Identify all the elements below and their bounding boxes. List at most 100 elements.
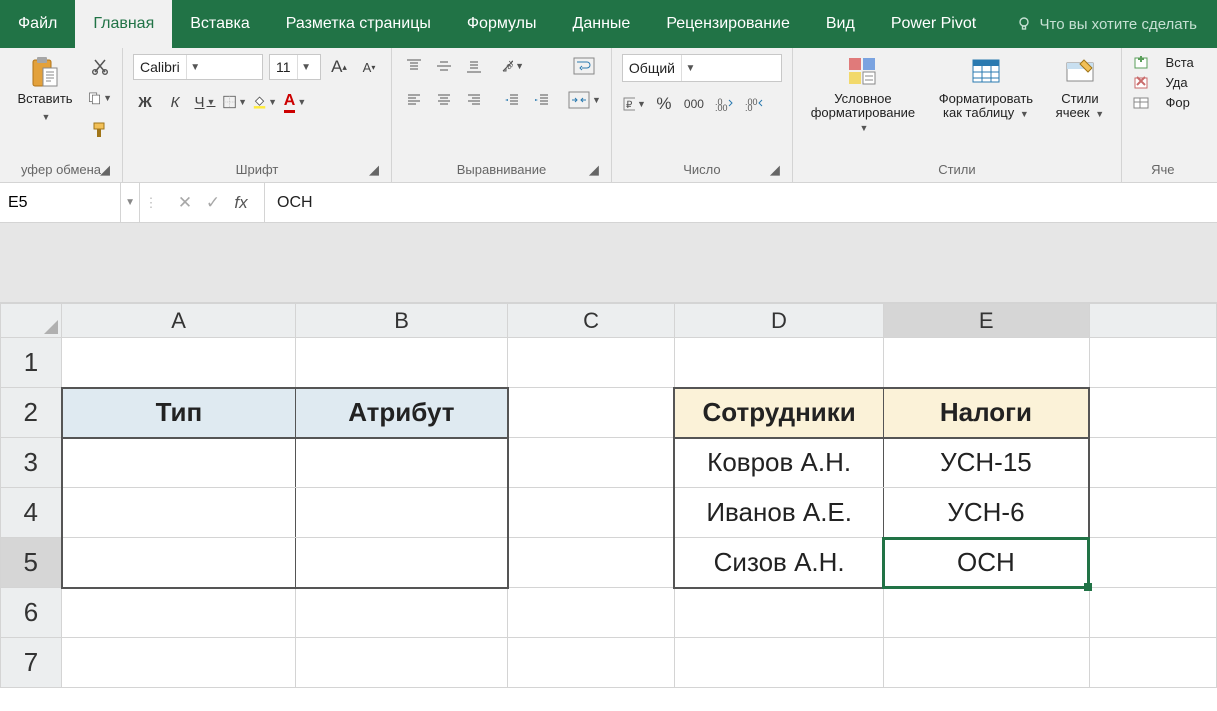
increase-decimal-button[interactable]: .0.00 bbox=[712, 92, 736, 116]
grow-font-button[interactable]: A▴ bbox=[327, 55, 351, 79]
cell-D2[interactable]: Сотрудники bbox=[674, 388, 883, 438]
worksheet-grid[interactable]: A B C D E 1 2 Тип Атрибут Сотрудники Нал… bbox=[0, 303, 1217, 688]
cell-E2[interactable]: Налоги bbox=[883, 388, 1089, 438]
row-header-1[interactable]: 1 bbox=[1, 338, 62, 388]
cell-B6[interactable] bbox=[296, 588, 508, 638]
align-right-button[interactable] bbox=[462, 88, 486, 112]
cell-F3[interactable] bbox=[1089, 438, 1216, 488]
tab-formulas[interactable]: Формулы bbox=[449, 0, 555, 48]
tab-home[interactable]: Главная bbox=[75, 0, 172, 48]
cell-B7[interactable] bbox=[296, 638, 508, 688]
cell-C2[interactable] bbox=[508, 388, 675, 438]
font-size-combo[interactable]: 11▼ bbox=[269, 54, 321, 80]
delete-cells-button[interactable]: Уда bbox=[1166, 76, 1188, 90]
cell-B4[interactable] bbox=[296, 488, 508, 538]
decrease-decimal-button[interactable]: .00.0 bbox=[742, 92, 766, 116]
accounting-format-button[interactable]: ₽▼ bbox=[622, 92, 646, 116]
cell-A4[interactable] bbox=[62, 488, 296, 538]
tab-file[interactable]: Файл bbox=[0, 0, 75, 48]
cell-F5[interactable] bbox=[1089, 538, 1216, 588]
orientation-button[interactable]: ab▼ bbox=[500, 54, 524, 78]
fill-color-button[interactable]: ▼ bbox=[253, 90, 277, 114]
col-header-D[interactable]: D bbox=[674, 304, 883, 338]
cell-E7[interactable] bbox=[883, 638, 1089, 688]
cell-A5[interactable] bbox=[62, 538, 296, 588]
increase-indent-button[interactable] bbox=[530, 88, 554, 112]
merge-center-button[interactable]: ▼ bbox=[568, 88, 601, 112]
cell-E6[interactable] bbox=[883, 588, 1089, 638]
insert-function-button[interactable]: fx bbox=[228, 190, 254, 216]
align-middle-button[interactable] bbox=[432, 54, 456, 78]
cell-C3[interactable] bbox=[508, 438, 675, 488]
row-header-5[interactable]: 5 bbox=[1, 538, 62, 588]
font-name-combo[interactable]: Calibri▼ bbox=[133, 54, 263, 80]
col-header-B[interactable]: B bbox=[296, 304, 508, 338]
shrink-font-button[interactable]: A▾ bbox=[357, 55, 381, 79]
col-header-A[interactable]: A bbox=[62, 304, 296, 338]
decrease-indent-button[interactable] bbox=[500, 88, 524, 112]
cell-D5[interactable]: Сизов А.Н. bbox=[674, 538, 883, 588]
name-box[interactable]: ▼ bbox=[0, 183, 140, 222]
cell-C6[interactable] bbox=[508, 588, 675, 638]
chevron-down-icon[interactable]: ▼ bbox=[120, 183, 139, 222]
italic-button[interactable]: К bbox=[163, 90, 187, 114]
cell-A3[interactable] bbox=[62, 438, 296, 488]
align-bottom-button[interactable] bbox=[462, 54, 486, 78]
cell-C7[interactable] bbox=[508, 638, 675, 688]
align-center-button[interactable] bbox=[432, 88, 456, 112]
cell-F7[interactable] bbox=[1089, 638, 1216, 688]
font-color-button[interactable]: А▼ bbox=[283, 90, 307, 114]
format-painter-button[interactable] bbox=[88, 118, 112, 142]
name-box-input[interactable] bbox=[0, 183, 120, 222]
format-as-table-button[interactable]: Форматироватькак таблицу ▼ bbox=[931, 54, 1041, 123]
dialog-launcher-icon[interactable]: ◢ bbox=[589, 162, 599, 178]
cell-B5[interactable] bbox=[296, 538, 508, 588]
cell-E3[interactable]: УСН-15 bbox=[883, 438, 1089, 488]
row-header-2[interactable]: 2 bbox=[1, 388, 62, 438]
cell-A6[interactable] bbox=[62, 588, 296, 638]
cell-C5[interactable] bbox=[508, 538, 675, 588]
cell-D6[interactable] bbox=[674, 588, 883, 638]
cell-C1[interactable] bbox=[508, 338, 675, 388]
row-header-3[interactable]: 3 bbox=[1, 438, 62, 488]
cell-B1[interactable] bbox=[296, 338, 508, 388]
cell-F6[interactable] bbox=[1089, 588, 1216, 638]
cell-F4[interactable] bbox=[1089, 488, 1216, 538]
row-header-6[interactable]: 6 bbox=[1, 588, 62, 638]
wrap-text-button[interactable] bbox=[568, 54, 601, 78]
tab-review[interactable]: Рецензирование bbox=[648, 0, 808, 48]
row-header-7[interactable]: 7 bbox=[1, 638, 62, 688]
cell-A7[interactable] bbox=[62, 638, 296, 688]
tab-insert[interactable]: Вставка bbox=[172, 0, 267, 48]
cell-A1[interactable] bbox=[62, 338, 296, 388]
cell-A2[interactable]: Тип bbox=[62, 388, 296, 438]
cancel-formula-button[interactable]: ✕ bbox=[172, 190, 198, 216]
dialog-launcher-icon[interactable]: ◢ bbox=[770, 162, 780, 178]
cell-F2[interactable] bbox=[1089, 388, 1216, 438]
tab-data[interactable]: Данные bbox=[555, 0, 649, 48]
align-left-button[interactable] bbox=[402, 88, 426, 112]
align-top-button[interactable] bbox=[402, 54, 426, 78]
cell-F1[interactable] bbox=[1089, 338, 1216, 388]
cell-styles-button[interactable]: Стилиячеек ▼ bbox=[1049, 54, 1111, 123]
comma-style-button[interactable]: 000 bbox=[682, 92, 706, 116]
tell-me-box[interactable]: Что вы хотите сделать bbox=[996, 0, 1217, 48]
bold-button[interactable]: Ж bbox=[133, 90, 157, 114]
number-format-combo[interactable]: Общий▼ bbox=[622, 54, 782, 82]
tab-view[interactable]: Вид bbox=[808, 0, 873, 48]
tab-page-layout[interactable]: Разметка страницы bbox=[268, 0, 449, 48]
cell-D4[interactable]: Иванов А.Е. bbox=[674, 488, 883, 538]
col-header-F[interactable] bbox=[1089, 304, 1216, 338]
cut-button[interactable] bbox=[88, 54, 112, 78]
cell-C4[interactable] bbox=[508, 488, 675, 538]
underline-button[interactable]: Ч▼ bbox=[193, 90, 217, 114]
percent-button[interactable]: % bbox=[652, 92, 676, 116]
cell-D7[interactable] bbox=[674, 638, 883, 688]
dialog-launcher-icon[interactable]: ◢ bbox=[369, 162, 379, 178]
col-header-E[interactable]: E bbox=[883, 304, 1089, 338]
row-header-4[interactable]: 4 bbox=[1, 488, 62, 538]
insert-cells-button[interactable]: Вста bbox=[1166, 56, 1194, 70]
select-all-corner[interactable] bbox=[1, 304, 62, 338]
conditional-formatting-button[interactable]: Условноеформатирование ▼ bbox=[803, 54, 923, 137]
paste-button[interactable]: Вставить ▼ bbox=[10, 54, 80, 126]
